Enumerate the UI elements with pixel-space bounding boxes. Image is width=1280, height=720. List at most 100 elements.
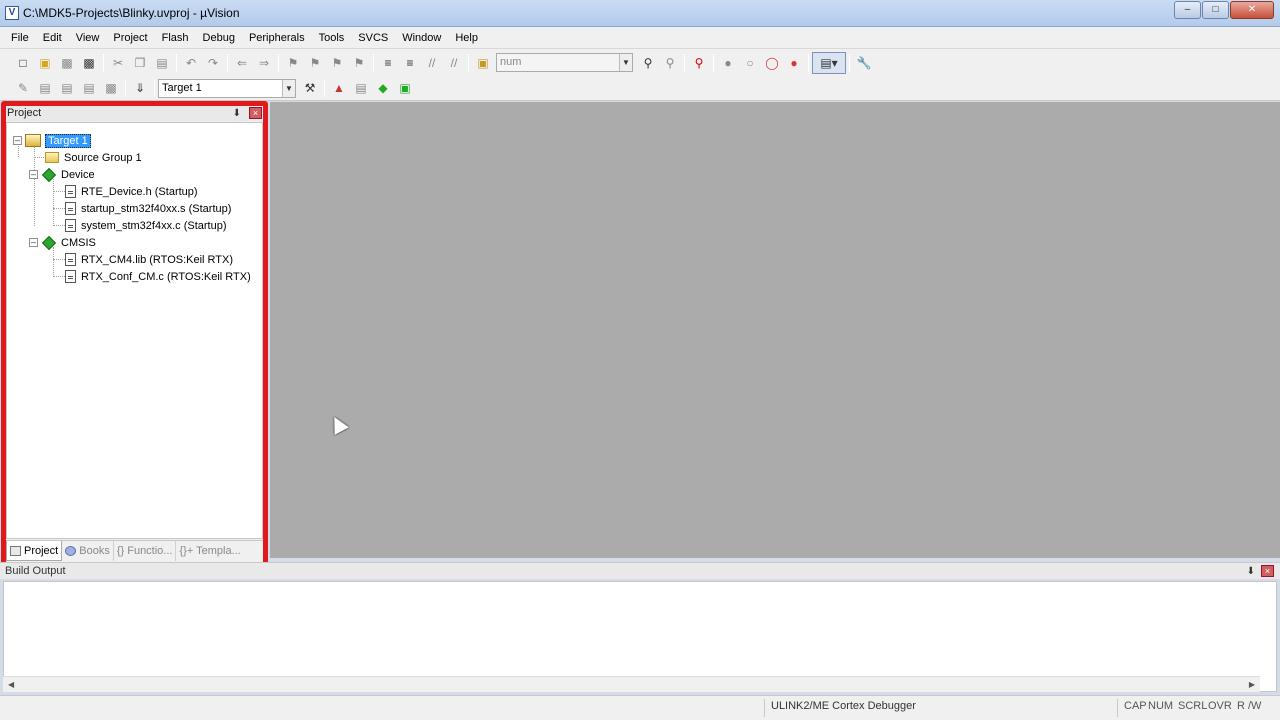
navigate-forward-icon[interactable]: ⇒ [253,52,275,74]
close-button[interactable]: ✕ [1230,1,1274,19]
chevron-down-icon[interactable]: ▼ [282,79,295,97]
indent-icon[interactable]: ≡ [377,52,399,74]
tree-node-label: RTX_CM4.lib (RTOS:Keil RTX) [81,253,234,266]
select-packs-icon[interactable]: ▤ [350,77,372,99]
tab-books[interactable]: Books [62,541,114,561]
menu-edit[interactable]: Edit [36,28,69,48]
scroll-left-icon[interactable]: ◀ [8,680,14,689]
menu-help[interactable]: Help [448,28,485,48]
collapse-icon[interactable]: – [29,238,38,247]
find-combo[interactable]: num ▼ [496,53,633,72]
stop-build-icon[interactable]: ▩ [100,77,122,99]
project-panel: Project ⬇ × – Target 1 Source Group 1 – … [1,101,268,567]
breakpoint-disabled-icon[interactable]: ○ [739,52,761,74]
clear-bookmarks-icon[interactable]: ⚑ [348,52,370,74]
tab-label: Books [79,545,110,557]
prev-bookmark-icon[interactable]: ⚑ [304,52,326,74]
find-icon[interactable]: ⚲ [637,52,659,74]
translate-icon[interactable]: ✎ [12,77,34,99]
build-output-title: Build Output [5,565,66,577]
pack-installer-icon[interactable]: ▣ [394,77,416,99]
tab-functions[interactable]: {} Functio... [114,541,177,561]
menu-window[interactable]: Window [395,28,448,48]
unindent-icon[interactable]: ≡ [399,52,421,74]
menu-svcs[interactable]: SVCS [351,28,395,48]
menu-view[interactable]: View [69,28,107,48]
start-debug-icon[interactable]: ⚲ [688,52,710,74]
build-icon[interactable]: ▤ [34,77,56,99]
separator [468,53,469,72]
menu-bar: File Edit View Project Flash Debug Perip… [0,27,1280,49]
undo-icon[interactable]: ↶ [180,52,202,74]
paste-icon[interactable]: ▤ [151,52,173,74]
configure-wrench-icon[interactable]: 🔧 [853,52,875,74]
manage-rte-icon[interactable]: ◆ [372,77,394,99]
tree-node-target[interactable]: Target 1 [25,132,91,149]
pin-icon[interactable]: ⬇ [1247,563,1255,580]
tree-file-rte-device[interactable]: RTE_Device.h (Startup) [65,183,198,200]
pin-icon[interactable]: ⬇ [233,106,241,121]
menu-tools[interactable]: Tools [312,28,352,48]
menu-debug[interactable]: Debug [196,28,242,48]
target-icon [25,134,41,147]
open-folder-icon[interactable]: ▣ [34,52,56,74]
window-layout-icon[interactable]: ▤▾ [812,51,846,74]
tree-node-device[interactable]: Device [41,166,95,183]
target-select[interactable]: Target 1 ▼ [158,78,296,98]
uvision-app-icon[interactable]: V [5,6,19,20]
close-panel-icon[interactable]: × [249,107,262,119]
batch-build-icon[interactable]: ▤ [78,77,100,99]
incremental-find-icon[interactable]: ⚲ [659,52,681,74]
uncomment-icon[interactable]: // [443,52,465,74]
tree-node-label: Target 1 [45,133,91,148]
navigate-back-icon[interactable]: ⇐ [231,52,253,74]
minimize-button[interactable]: – [1174,1,1201,19]
tree-file-rtx-conf[interactable]: RTX_Conf_CM.c (RTOS:Keil RTX) [65,268,251,285]
save-all-icon[interactable]: ▩ [78,52,100,74]
scroll-right-icon[interactable]: ▶ [1249,680,1255,689]
tree-file-rtx-lib[interactable]: RTX_CM4.lib (RTOS:Keil RTX) [65,251,233,268]
horizontal-scrollbar[interactable]: ◀ ▶ [3,676,1260,692]
find-combo-value: num [500,56,522,68]
bookmark-icon[interactable]: ⚑ [282,52,304,74]
editor-workspace[interactable] [270,102,1280,558]
tree-node-cmsis[interactable]: CMSIS [41,234,96,251]
window-title: C:\MDK5-Projects\Blinky.uvproj - µVision [23,6,240,20]
new-file-icon[interactable]: □ [12,52,34,74]
menu-flash[interactable]: Flash [155,28,196,48]
redo-icon[interactable]: ↷ [202,52,224,74]
file-toolbar: □ ▣ ▩ ▩ ✂ ❐ ▤ ↶ ↷ ⇐ ⇒ ⚑ ⚑ ⚑ ⚑ ≡ ≡ // // … [0,49,1280,76]
tree-file-system[interactable]: system_stm32f4xx.c (Startup) [65,217,227,234]
project-tree[interactable]: – Target 1 Source Group 1 – Device RTE_D… [6,122,263,539]
manage-project-items-icon[interactable]: ▲ [328,77,350,99]
collapse-icon[interactable]: – [29,170,38,179]
menu-file[interactable]: File [4,28,36,48]
breakpoint-icon[interactable]: ● [717,52,739,74]
menu-peripherals[interactable]: Peripherals [242,28,312,48]
disable-breakpoints-icon[interactable]: ◯ [761,52,783,74]
collapse-icon[interactable]: – [13,136,22,145]
save-icon[interactable]: ▩ [56,52,78,74]
cut-icon[interactable]: ✂ [107,52,129,74]
chevron-down-icon[interactable]: ▼ [619,54,632,71]
next-bookmark-icon[interactable]: ⚑ [326,52,348,74]
tab-templates[interactable]: {}+ Templa... [176,541,243,561]
rebuild-icon[interactable]: ▤ [56,77,78,99]
tree-line [34,137,35,226]
comment-icon[interactable]: // [421,52,443,74]
project-panel-tabs: Project Books {} Functio... {}+ Templa..… [6,540,263,562]
maximize-button[interactable]: □ [1202,1,1229,19]
tree-line [53,208,65,209]
tree-node-source-group[interactable]: Source Group 1 [45,149,142,166]
tab-project[interactable]: Project [6,541,63,561]
tree-line [53,191,65,192]
target-options-icon[interactable]: ⚒ [299,77,321,99]
menu-project[interactable]: Project [106,28,154,48]
download-load-icon[interactable]: ⇓ [129,77,151,99]
c-file-icon [65,270,76,283]
copy-icon[interactable]: ❐ [129,52,151,74]
find-in-files-icon[interactable]: ▣ [472,52,494,74]
tree-file-startup[interactable]: startup_stm32f40xx.s (Startup) [65,200,231,217]
kill-breakpoints-icon[interactable]: ● [783,52,805,74]
close-panel-icon[interactable]: × [1261,565,1274,577]
